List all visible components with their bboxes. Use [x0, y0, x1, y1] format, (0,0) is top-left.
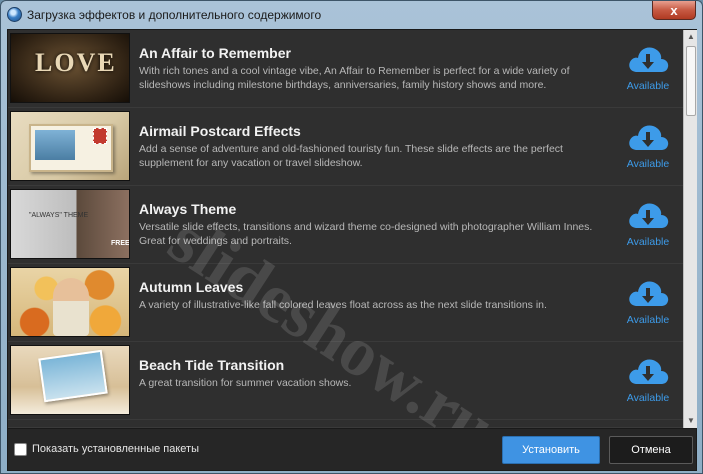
list-item[interactable]: "ALWAYS" THEME FREE Always Theme Versati… [8, 186, 683, 264]
list-item[interactable]: LOVE An Affair to Remember With rich ton… [8, 30, 683, 108]
scroll-up-icon[interactable]: ▲ [684, 30, 698, 44]
availability-status: Available [626, 80, 670, 92]
show-installed-checkbox[interactable] [14, 443, 27, 456]
item-description: A variety of illustrative-like fall colo… [139, 299, 547, 311]
install-button[interactable]: Установить [502, 436, 600, 464]
cloud-download-icon [629, 281, 669, 306]
scroll-thumb[interactable] [686, 46, 696, 116]
download-dialog: Загрузка эффектов и дополнительного соде… [0, 0, 703, 474]
thumbnail-caption: "ALWAYS" THEME [29, 212, 89, 219]
close-icon: x [670, 2, 678, 18]
title-bar[interactable]: Загрузка эффектов и дополнительного соде… [1, 1, 702, 29]
app-globe-icon [7, 7, 22, 22]
download-button[interactable]: Available [620, 198, 676, 250]
availability-status: Available [626, 158, 670, 170]
item-title: Beach Tide Transition [139, 357, 285, 373]
postcard-photo [35, 130, 75, 160]
download-button[interactable]: Available [620, 120, 676, 172]
thumbnail-image: LOVE [10, 33, 130, 103]
availability-status: Available [626, 392, 670, 404]
window-title: Загрузка эффектов и дополнительного соде… [27, 8, 322, 22]
stamp-graphic [93, 128, 107, 144]
list-item[interactable]: Autumn Leaves A variety of illustrative-… [8, 264, 683, 342]
thumbnail-image [10, 111, 130, 181]
thumbnail-badge: FREE [111, 240, 130, 247]
content-list-panel: LOVE An Affair to Remember With rich ton… [7, 29, 697, 429]
show-installed-label[interactable]: Показать установленные пакеты [32, 443, 199, 455]
list-item[interactable] [8, 420, 683, 428]
availability-status: Available [626, 314, 670, 326]
thumbnail-image [10, 267, 130, 337]
cloud-download-icon [629, 47, 669, 72]
vertical-scrollbar[interactable]: ▲ ▼ [683, 30, 697, 428]
item-description: A great transition for summer vacation s… [139, 377, 352, 389]
item-title: An Affair to Remember [139, 45, 291, 61]
item-description: Add a sense of adventure and old-fashion… [139, 143, 563, 169]
dialog-footer: Показать установленные пакеты Установить… [7, 429, 697, 471]
cloud-download-icon [629, 203, 669, 228]
cancel-button[interactable]: Отмена [609, 436, 693, 464]
scroll-down-icon[interactable]: ▼ [684, 414, 698, 428]
thumbnail-image [10, 345, 130, 415]
download-button[interactable]: Available [620, 276, 676, 328]
cloud-download-icon [629, 359, 669, 384]
list-item[interactable]: Airmail Postcard Effects Add a sense of … [8, 108, 683, 186]
item-title: Always Theme [139, 201, 237, 217]
item-title: Autumn Leaves [139, 279, 244, 295]
beach-photo [38, 349, 108, 403]
cloud-download-icon [629, 125, 669, 150]
download-button[interactable]: Available [620, 354, 676, 406]
availability-status: Available [626, 236, 670, 248]
item-title: Airmail Postcard Effects [139, 123, 301, 139]
close-button[interactable]: x [652, 1, 696, 20]
download-button[interactable]: Available [620, 42, 676, 94]
item-description: With rich tones and a cool vintage vibe,… [139, 65, 570, 91]
thumbnail-caption: LOVE [35, 48, 117, 77]
list-item[interactable]: Beach Tide Transition A great transition… [8, 342, 683, 420]
thumbnail-image: "ALWAYS" THEME FREE [10, 189, 130, 259]
person-photo [53, 278, 89, 336]
item-description: Versatile slide effects, transitions and… [139, 221, 593, 247]
package-list: LOVE An Affair to Remember With rich ton… [8, 30, 683, 428]
